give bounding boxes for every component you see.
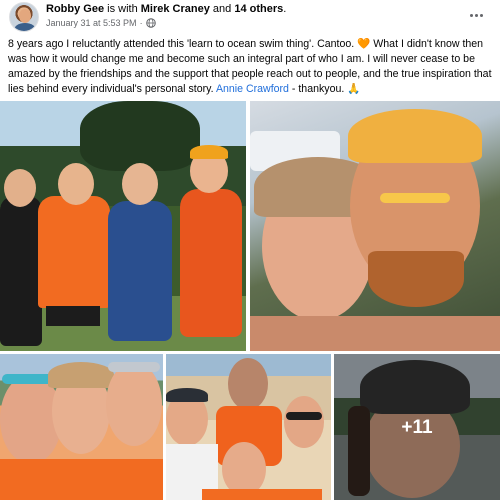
more-dot	[479, 13, 483, 17]
photo-hair	[48, 362, 114, 388]
photo-swimmer-orange-shirt	[38, 196, 110, 308]
photo-head	[122, 163, 158, 205]
post-message: 8 years ago I reluctantly attended this …	[8, 37, 494, 97]
photo-swim-cap	[348, 109, 482, 163]
photo-group-swimmers[interactable]	[0, 101, 246, 351]
photo-zinc-stripe	[380, 193, 450, 203]
photo-orange-shirt	[202, 489, 322, 500]
photo-head	[58, 163, 94, 205]
author-name-link[interactable]: Robby Gee	[46, 3, 104, 15]
post-header: Robby Gee is with Mirek Craney and 14 ot…	[0, 0, 500, 36]
photo-selfie-three[interactable]	[0, 354, 163, 500]
photo-shorts	[46, 306, 100, 326]
photo-face	[222, 442, 266, 496]
message-part-3: - thankyou.	[288, 83, 348, 95]
photo-goggles	[108, 362, 160, 372]
photo-beard	[368, 251, 464, 307]
globe-icon[interactable]	[145, 18, 156, 28]
author-line: Robby Gee is with Mirek Craney and 14 ot…	[46, 2, 286, 16]
praying-hands-emoji: 🙏	[347, 83, 361, 95]
photo-sunglasses	[286, 412, 322, 420]
meta-separator: ·	[139, 18, 143, 28]
avatar-face	[19, 9, 31, 23]
photo-tree-canopy	[80, 101, 200, 171]
photo-swimmer-black	[0, 196, 42, 346]
post-timestamp[interactable]: January 31 at 5:53 PM	[46, 17, 137, 29]
photo-beach-group[interactable]	[166, 354, 331, 500]
photo-face	[228, 358, 268, 410]
and-text: and	[209, 3, 235, 15]
period-text: .	[283, 3, 287, 15]
orange-heart-emoji: 🧡	[357, 38, 371, 50]
photo-face	[106, 362, 162, 446]
more-dot	[469, 13, 473, 17]
photo-head	[4, 169, 36, 207]
more-options-icon[interactable]	[464, 6, 488, 24]
photo-swim-cap	[190, 145, 228, 159]
avatar-body	[14, 23, 36, 31]
mention-link[interactable]: Annie Crawford	[216, 83, 289, 95]
more-photos-overlay[interactable]: +11	[334, 354, 500, 500]
message-part-1: 8 years ago I reluctantly attended this …	[8, 38, 358, 50]
photo-more[interactable]: +11	[334, 354, 500, 500]
more-dot	[474, 13, 478, 17]
post-meta: January 31 at 5:53 PM ·	[46, 17, 156, 29]
with-text: is with	[104, 3, 141, 15]
photo-cap	[166, 388, 208, 402]
photo-selfie-two[interactable]	[250, 101, 500, 351]
photo-face	[284, 396, 324, 448]
facebook-post: Robby Gee is with Mirek Craney and 14 ot…	[0, 0, 500, 500]
photo-swimmer-orange-suit	[180, 189, 242, 337]
photo-shirt	[0, 459, 163, 500]
author-avatar[interactable]	[9, 2, 39, 32]
tagged-person-link[interactable]: Mirek Craney	[141, 3, 210, 15]
photo-swimmer-blue-suit	[108, 201, 172, 341]
photo-grid: +11	[0, 101, 500, 500]
others-link[interactable]: 14 others	[234, 3, 283, 15]
more-photos-count: +11	[401, 416, 433, 438]
photo-shoulder	[250, 316, 500, 351]
